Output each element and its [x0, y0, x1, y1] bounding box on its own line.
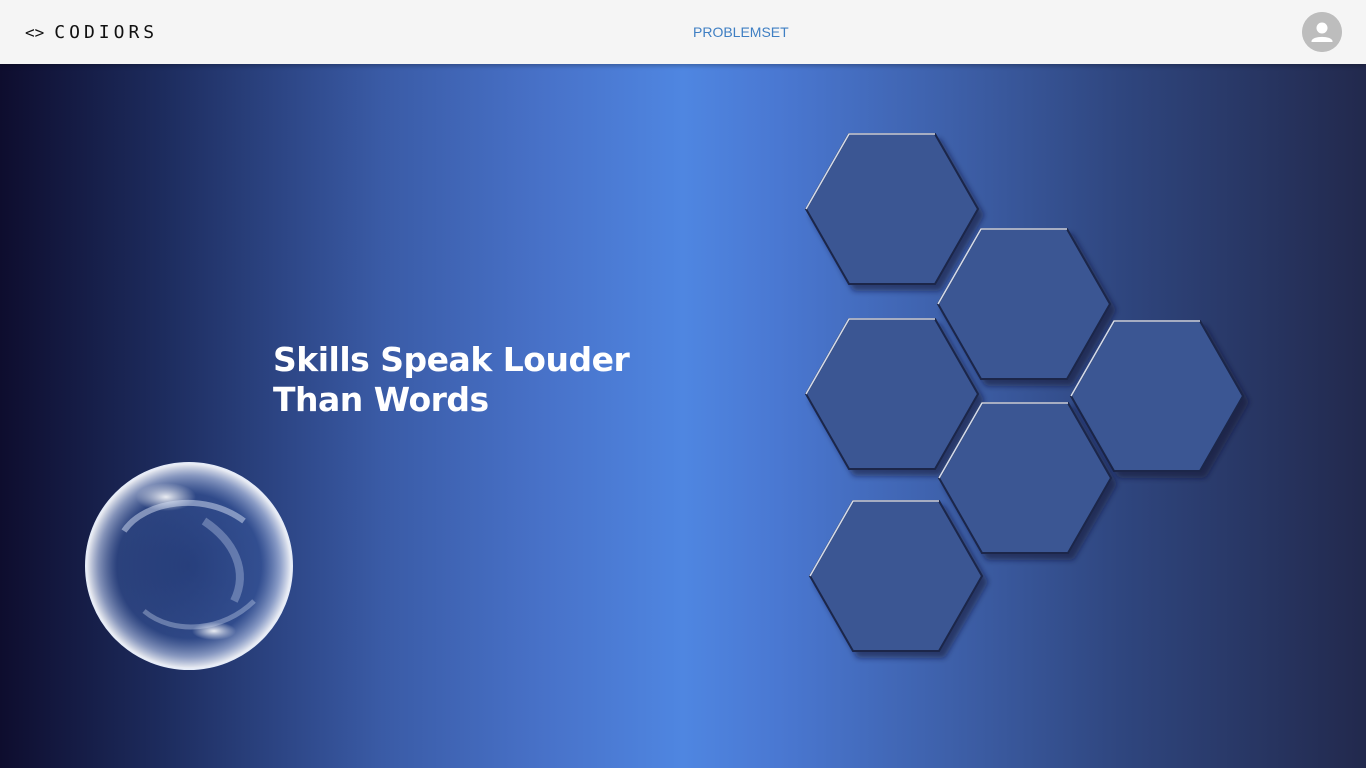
- hexagon-highlight: [805, 133, 935, 210]
- top-navbar: <> CODIORS PROBLEMSET: [0, 0, 1366, 64]
- hexagon-tile: [804, 133, 980, 285]
- nav-link-problemset[interactable]: PROBLEMSET: [693, 24, 789, 40]
- hexagon-tile: [808, 500, 984, 652]
- avatar[interactable]: [1302, 12, 1342, 52]
- hexagon-tile: [937, 402, 1113, 554]
- hero-headline-line-2: Than Words: [273, 380, 489, 419]
- hero-section: Skills Speak Louder Than Words: [0, 64, 1366, 768]
- hexagon-highlight: [809, 500, 939, 577]
- code-brackets-icon: <>: [25, 22, 45, 42]
- hexagon-highlight: [1070, 320, 1200, 397]
- brand-name: CODIORS: [54, 21, 159, 43]
- brand-logo[interactable]: <> CODIORS: [25, 20, 158, 44]
- glass-bubble-graphic: [85, 462, 293, 670]
- hero-headline: Skills Speak Louder Than Words: [273, 340, 630, 420]
- hexagon-highlight: [805, 318, 935, 395]
- hexagon-tile: [936, 228, 1112, 380]
- hexagon-tile: [1069, 320, 1245, 472]
- hero-headline-line-1: Skills Speak Louder: [273, 340, 630, 379]
- hexagon-highlight: [938, 402, 1068, 479]
- hexagon-highlight: [937, 228, 1067, 305]
- hexagon-tile: [804, 318, 980, 470]
- account-circle-icon: [1302, 12, 1342, 52]
